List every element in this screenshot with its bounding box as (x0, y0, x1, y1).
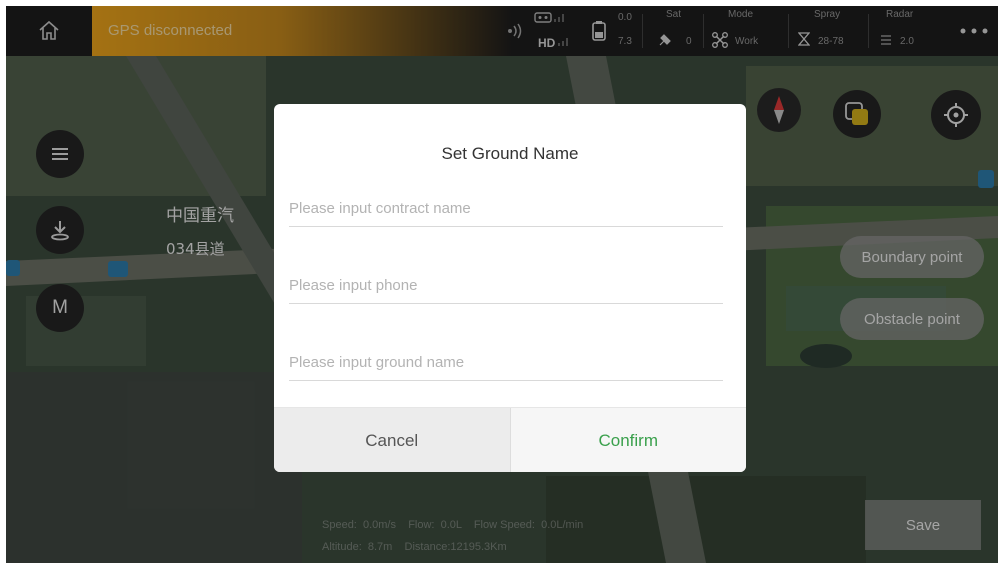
cancel-label: Cancel (365, 430, 419, 450)
app-screen: 中国重汽 034县道 GPS disconnected HD 0.0 7.3 S… (6, 6, 998, 563)
contract-name-input[interactable] (289, 190, 723, 227)
dialog-title: Set Ground Name (441, 144, 579, 163)
dialog-actions: Cancel Confirm (274, 407, 746, 472)
cancel-button[interactable]: Cancel (274, 408, 511, 472)
ground-name-input[interactable] (289, 344, 723, 381)
confirm-button[interactable]: Confirm (510, 408, 746, 472)
phone-input[interactable] (289, 267, 723, 304)
confirm-label: Confirm (598, 430, 658, 450)
set-ground-name-dialog: Set Ground Name Cancel Confirm (274, 104, 746, 472)
